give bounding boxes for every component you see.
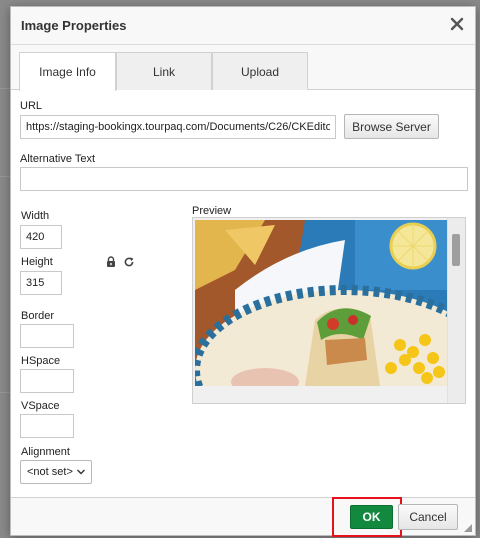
close-icon[interactable] — [449, 16, 465, 32]
vspace-label: VSpace — [21, 400, 60, 412]
preview-scrollbar[interactable] — [447, 218, 465, 403]
preview-image — [195, 220, 451, 386]
chevron-down-icon — [77, 469, 85, 475]
hspace-input[interactable] — [20, 369, 74, 393]
url-input[interactable] — [20, 115, 336, 139]
browse-server-button[interactable]: Browse Server — [344, 114, 439, 139]
preview-pane[interactable] — [192, 217, 466, 404]
alt-text-input[interactable] — [20, 167, 468, 191]
cancel-button[interactable]: Cancel — [398, 504, 458, 530]
height-input[interactable] — [20, 271, 62, 295]
preview-label: Preview — [192, 205, 232, 217]
vspace-input[interactable] — [20, 414, 74, 438]
height-label: Height — [21, 256, 53, 268]
dialog-title: Image Properties — [21, 18, 127, 33]
alt-text-label: Alternative Text — [20, 153, 96, 165]
width-label: Width — [21, 210, 50, 222]
lock-icon[interactable] — [105, 256, 117, 268]
alignment-selected-value: <not set> — [27, 466, 73, 478]
tab-image-info[interactable]: Image Info — [19, 52, 116, 91]
background-line — [0, 392, 10, 393]
image-properties-dialog: Image Properties Image Info Link Upload … — [10, 6, 476, 537]
tab-upload[interactable]: Upload — [212, 52, 308, 90]
tab-bar: Image Info Link Upload — [11, 45, 475, 91]
border-input[interactable] — [20, 324, 74, 348]
alignment-label: Alignment — [21, 446, 70, 458]
resize-handle-icon[interactable] — [464, 524, 472, 532]
preview-scroll-thumb[interactable] — [452, 234, 460, 266]
border-label: Border — [21, 310, 55, 322]
hspace-label: HSpace — [21, 355, 61, 367]
alignment-select[interactable]: <not set> — [20, 460, 92, 484]
tab-link[interactable]: Link — [116, 52, 212, 90]
url-label: URL — [20, 100, 43, 112]
ok-button[interactable]: OK — [350, 505, 393, 529]
width-input[interactable] — [20, 225, 62, 249]
background-line — [0, 88, 10, 89]
reset-size-icon[interactable] — [123, 256, 135, 268]
background-line — [0, 176, 10, 177]
dialog-titlebar[interactable]: Image Properties — [11, 7, 475, 45]
